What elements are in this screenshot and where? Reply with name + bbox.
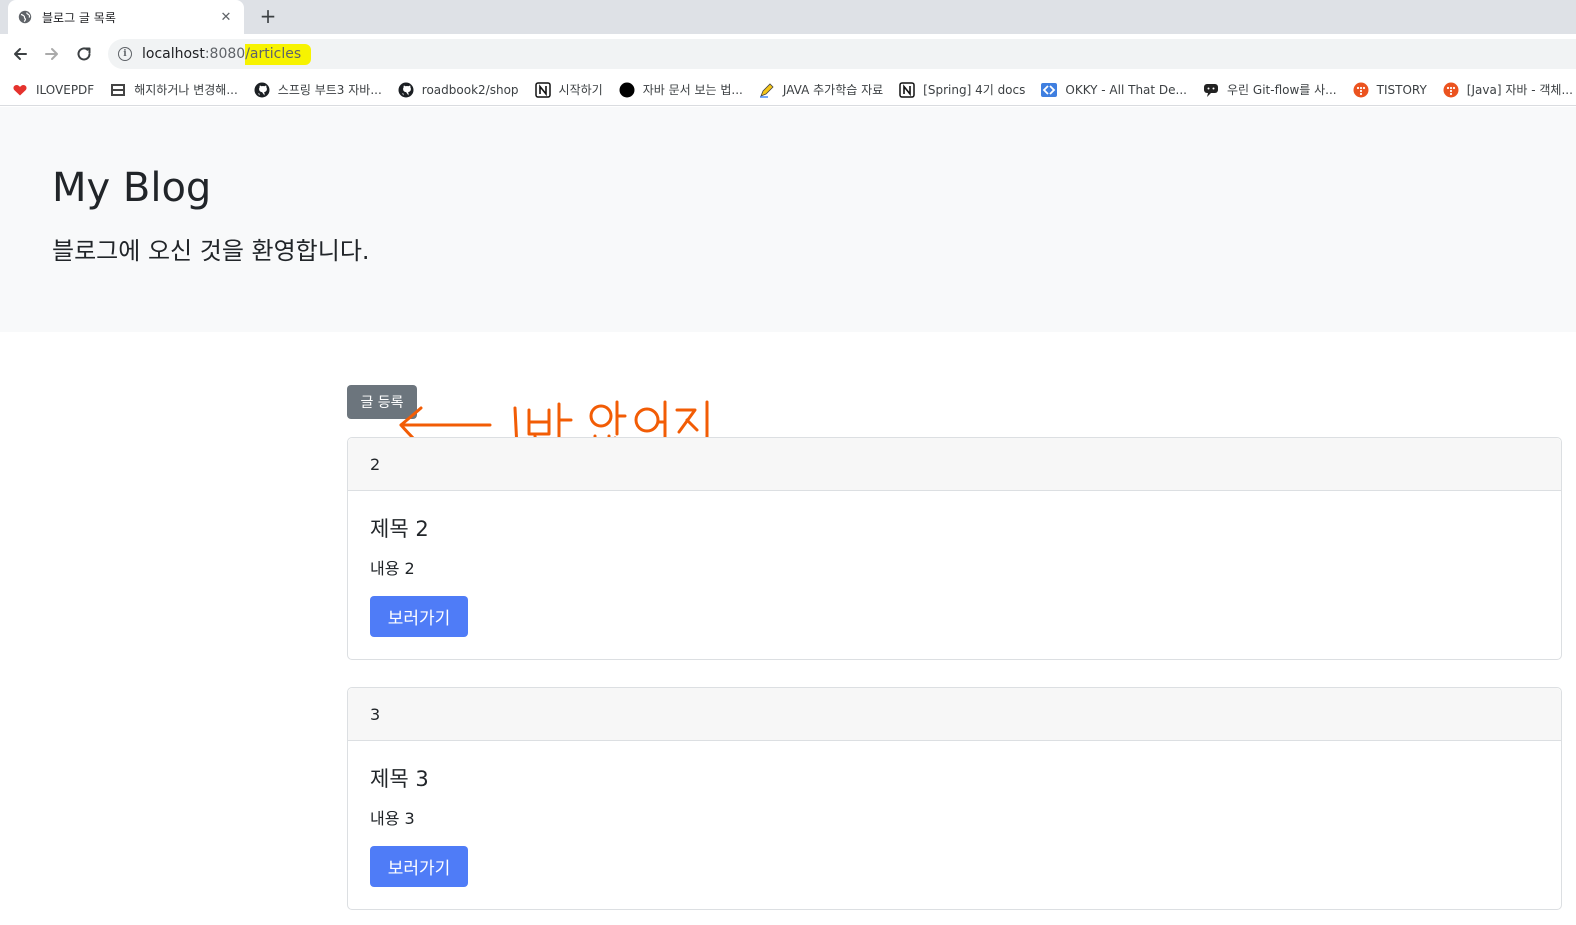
- article-title: 제목 3: [370, 767, 429, 791]
- reload-icon[interactable]: [72, 42, 96, 66]
- bookmark-item[interactable]: ILOVEPDF: [12, 82, 94, 98]
- okky-icon: [1041, 82, 1058, 98]
- bookmark-label: [Spring] 4기 docs: [923, 83, 1026, 97]
- tistory-icon: [1353, 82, 1369, 98]
- bookmark-item[interactable]: roadbook2/shop: [398, 82, 519, 98]
- chat-icon: [1203, 82, 1219, 98]
- article-id: 2: [348, 438, 1561, 491]
- github-icon: [398, 82, 414, 98]
- bookmark-label: TISTORY: [1376, 82, 1427, 97]
- tistory-icon: [1443, 82, 1459, 98]
- github-icon: [254, 82, 270, 98]
- bookmark-label: JAVA 추가학습 자료: [782, 83, 884, 97]
- bookmark-label: 자바 문서 보는 법...: [642, 83, 743, 97]
- article-card: 2 제목 2 내용 2 보러가기: [347, 437, 1562, 660]
- view-article-button[interactable]: 보러가기: [370, 596, 468, 637]
- film-icon: [110, 82, 126, 98]
- bookmark-item[interactable]: 시작하기: [534, 81, 603, 98]
- page-title: My Blog: [52, 165, 212, 211]
- heart-icon: [12, 82, 28, 98]
- close-icon[interactable]: ✕: [218, 10, 234, 25]
- browser-toolbar: i localhost:8080/articles: [0, 34, 1576, 74]
- bookmark-label: [Java] 자바 - 객체...: [1466, 83, 1573, 97]
- article-title: 제목 2: [370, 517, 429, 541]
- circle-icon: [619, 82, 635, 98]
- browser-tab-bar: 블로그 글 목록 ✕ +: [0, 0, 1576, 34]
- forward-arrow-icon[interactable]: [40, 42, 64, 66]
- pencil-icon: [759, 82, 775, 98]
- article-body: 제목 3 내용 3 보러가기: [348, 741, 1561, 909]
- notion-icon: [534, 81, 551, 98]
- url-port: :8080: [204, 46, 246, 62]
- article-content: 내용 2: [370, 559, 415, 578]
- bookmarks-bar: ILOVEPDF 해지하거나 변경해... 스프링 부트3 자바... road…: [0, 74, 1576, 106]
- bookmark-label: ILOVEPDF: [36, 82, 95, 97]
- globe-icon: [18, 10, 32, 24]
- url-host: localhost: [142, 46, 205, 62]
- browser-tab[interactable]: 블로그 글 목록 ✕: [8, 0, 244, 34]
- bookmark-label: roadbook2/shop: [421, 82, 519, 97]
- bookmark-item[interactable]: TISTORY: [1353, 82, 1427, 98]
- url-path: /articles: [245, 43, 312, 65]
- bookmark-label: 시작하기: [558, 83, 603, 97]
- bookmark-label: 스프링 부트3 자바...: [277, 83, 382, 97]
- bookmark-item[interactable]: [Spring] 4기 docs: [899, 81, 1025, 98]
- article-content: 내용 3: [370, 809, 415, 828]
- tab-title: 블로그 글 목록: [42, 10, 116, 25]
- page-subtitle: 블로그에 오신 것을 환영합니다.: [52, 237, 370, 265]
- back-arrow-icon[interactable]: [8, 42, 32, 66]
- bookmark-item[interactable]: OKKY - All That De...: [1041, 82, 1187, 98]
- bookmark-item[interactable]: 해지하거나 변경해...: [110, 81, 238, 98]
- new-tab-icon[interactable]: +: [256, 4, 280, 28]
- address-bar[interactable]: i localhost:8080/articles: [108, 39, 1576, 69]
- bookmark-item[interactable]: 자바 문서 보는 법...: [619, 81, 743, 98]
- bookmark-item[interactable]: 우린 Git-flow를 사...: [1203, 81, 1337, 98]
- article-id: 3: [348, 688, 1561, 741]
- bookmark-label: 해지하거나 변경해...: [134, 83, 238, 97]
- article-body: 제목 2 내용 2 보러가기: [348, 491, 1561, 659]
- view-article-button[interactable]: 보러가기: [370, 846, 468, 887]
- bookmark-label: OKKY - All That De...: [1065, 82, 1187, 97]
- article-card: 3 제목 3 내용 3 보러가기: [347, 687, 1562, 910]
- bookmark-item[interactable]: 스프링 부트3 자바...: [254, 81, 382, 98]
- bookmark-item[interactable]: [Java] 자바 - 객체...: [1443, 81, 1573, 98]
- notion-icon: [899, 81, 915, 98]
- bookmark-label: 우린 Git-flow를 사...: [1227, 83, 1337, 97]
- bookmark-item[interactable]: JAVA 추가학습 자료: [759, 81, 883, 98]
- blog-header: My Blog 블로그에 오신 것을 환영합니다.: [0, 107, 1576, 332]
- info-icon[interactable]: i: [118, 47, 132, 61]
